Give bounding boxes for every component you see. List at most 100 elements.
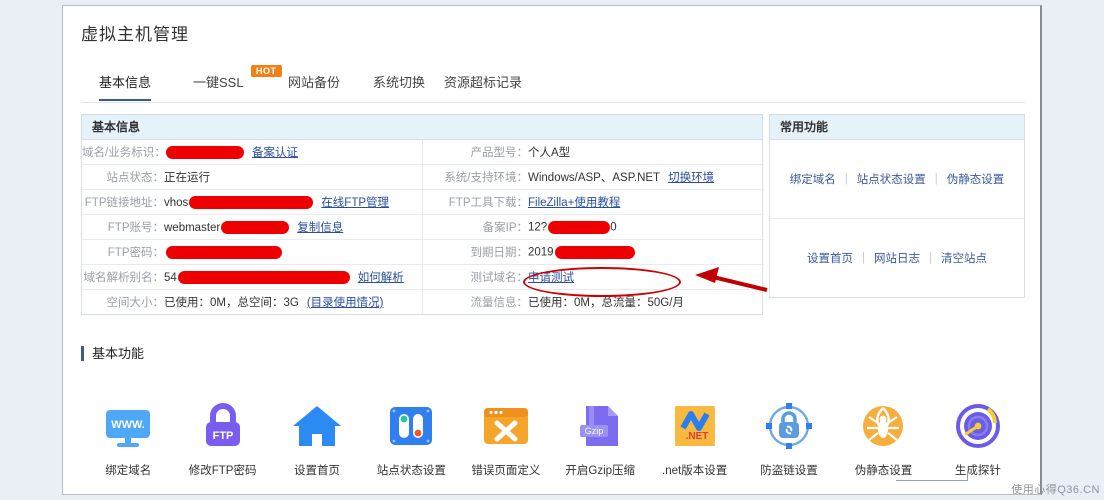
right-value-cell: 个人A型 [528, 140, 764, 165]
ftp-lock-icon: FTP [195, 398, 251, 454]
left-value-text: 正在运行 [164, 172, 210, 184]
left-value-cell: 已使用：0M，总空间：3G (目录使用情况) [164, 290, 423, 315]
right-value-text: 已使用：0M，总流量：50G/月 [528, 297, 684, 309]
function-item-label: 伪静态设置 [854, 465, 913, 477]
right-label: 测试域名： [424, 264, 528, 290]
function-item-label: 修改FTP密码 [188, 465, 257, 477]
common-function-link[interactable]: 伪静态设置 [947, 171, 1005, 187]
right-value-cell: Windows/ASP、ASP.NET 切换环境 [528, 164, 764, 190]
redaction-bar [177, 271, 350, 285]
monitor-www-icon: WWW. [100, 398, 156, 454]
link-divider: | [862, 252, 865, 264]
function-item-switch-panel[interactable]: 站点状态设置 [364, 398, 458, 478]
function-item-label: .net版本设置 [662, 465, 728, 477]
common-function-link[interactable]: 清空站点 [941, 250, 987, 266]
info-row: FTP链接地址： vhos 在线FTP管理 FTP工具下载： FileZilla+使用教… [82, 189, 764, 215]
tab-bar: 基本信息 一键SSL HOT 网站备份 系统切换 资源超标记录 [81, 65, 1025, 103]
tab-3[interactable]: 系统切换 [373, 72, 425, 99]
watermark-text: 使用心得Q36.CN [1011, 484, 1100, 496]
link-divider: | [844, 173, 848, 185]
left-label: FTP账号： [82, 214, 164, 240]
left-value-text: webmaster [164, 222, 221, 234]
right-value-cell: 申请测试 [528, 264, 764, 290]
right-value-tail: 0 [610, 221, 617, 234]
left-label: 空间大小： [106, 297, 165, 309]
right-label: 到期日期： [424, 239, 528, 265]
left-value-cell: 54 如何解析 [164, 264, 423, 290]
function-item-spider[interactable]: 伪静态设置 [836, 398, 930, 478]
right-value-text: 个人A型 [528, 147, 571, 159]
error-window-icon [478, 398, 534, 454]
common-function-link[interactable]: 站点状态设置 [857, 171, 926, 187]
left-label: 域名/业务标识： [82, 140, 166, 165]
right-action-link[interactable]: 申请测试 [528, 272, 574, 284]
function-item-dotnet[interactable]: .NET .net版本设置 [647, 398, 741, 478]
right-value-cell: 已使用：0M，总流量：50G/月 [528, 290, 764, 315]
function-item-monitor-www[interactable]: WWW. 绑定域名 [81, 398, 175, 478]
right-action-link[interactable]: FileZilla+使用教程 [528, 197, 620, 209]
left-value-cell: 备案认证 [164, 140, 423, 165]
tab-0[interactable]: 基本信息 [99, 72, 152, 101]
svg-text:.NET: .NET [685, 431, 708, 442]
redaction-bar [166, 146, 244, 160]
gzip-file-icon: Gzip [572, 398, 628, 454]
function-item-gzip-file[interactable]: Gzip 开启Gzip压缩 [553, 398, 647, 478]
info-row: 空间大小： 已使用：0M，总空间：3G (目录使用情况) 流量信息： 已使用：0M，总流… [82, 289, 764, 315]
common-functions-heading: 常用功能 [770, 115, 1024, 140]
link-divider: | [934, 173, 938, 185]
page-title: 虚拟主机管理 [81, 25, 189, 44]
watermark-tick [967, 471, 968, 481]
info-row: 站点状态： 正在运行 系统/支持环境： Windows/ASP、ASP.NET 切换环境 [82, 164, 764, 190]
svg-text:FTP: FTP [212, 430, 233, 442]
left-action-link[interactable]: 在线FTP管理 [321, 197, 389, 209]
right-label: 产品型号： [424, 140, 528, 165]
left-value-cell: webmaster 复制信息 [164, 214, 423, 240]
function-item-error-window[interactable]: 错误页面定义 [459, 398, 553, 478]
function-item-label: 开启Gzip压缩 [565, 465, 636, 477]
basic-functions-heading: 基本功能 [81, 346, 144, 361]
function-item-label: 绑定域名 [105, 465, 152, 477]
left-label: 域名解析别名： [82, 264, 164, 290]
left-action-link[interactable]: 复制信息 [297, 222, 343, 234]
basic-functions-grid: WWW. 绑定域名 FTP 修改FTP密码 设置首页 站点状态设置 错误页面定义… [81, 398, 1025, 478]
function-item-label: 防盗链设置 [760, 465, 818, 477]
left-action-link[interactable]: (目录使用情况) [307, 297, 384, 309]
common-function-link[interactable]: 绑定域名 [790, 171, 836, 187]
right-label: FTP工具下载： [424, 189, 528, 215]
common-function-link[interactable]: 网站日志 [874, 250, 920, 266]
function-item-label: 错误页面定义 [471, 465, 541, 477]
right-label: 系统/支持环境： [424, 164, 528, 190]
common-functions-row: 绑定域名 | 站点状态设置 | 伪静态设置 [770, 140, 1024, 219]
redaction-bar [548, 220, 611, 234]
basic-info-table: 域名/业务标识： 备案认证 产品型号： 个人A型 站点状态： 正在运行 系统/支持环境： Wi… [82, 140, 764, 314]
right-value-text: 12? [528, 221, 548, 234]
function-item-label: 站点状态设置 [376, 465, 446, 477]
function-item-anti-leech-lock[interactable]: 防盗链设置 [742, 398, 836, 478]
redaction-bar [189, 196, 314, 210]
function-item-ftp-lock[interactable]: FTP 修改FTP密码 [175, 398, 269, 478]
common-function-link[interactable]: 设置首页 [807, 250, 853, 266]
right-label: 流量信息： [470, 297, 529, 309]
right-value-text: Windows/ASP、ASP.NET [528, 172, 661, 184]
left-label: FTP链接地址： [82, 189, 164, 215]
left-value-cell: 正在运行 [164, 164, 423, 190]
info-row: 域名解析别名： 54 如何解析 测试域名： 申请测试 [82, 264, 764, 290]
redaction-bar [554, 245, 635, 259]
probe-icon [950, 398, 1006, 454]
function-item-home[interactable]: 设置首页 [270, 398, 364, 478]
right-value-cell: 12? 0 [528, 214, 764, 240]
tab-4[interactable]: 资源超标记录 [444, 72, 522, 99]
info-row: FTP密码： 到期日期： 2019 [82, 239, 764, 265]
left-value-cell: vhos 在线FTP管理 [164, 189, 423, 215]
tab-2[interactable]: 网站备份 [288, 72, 340, 99]
function-item-probe[interactable]: 生成探针 [931, 398, 1025, 478]
tab-1[interactable]: 一键SSL [193, 72, 244, 99]
left-action-link[interactable]: 备案认证 [252, 147, 298, 159]
watermark-rule [896, 480, 968, 481]
right-action-link[interactable]: 切换环境 [668, 172, 714, 184]
redaction-bar [221, 221, 290, 235]
anti-leech-lock-icon [761, 398, 817, 454]
left-action-link[interactable]: 如何解析 [358, 272, 404, 284]
basic-info-panel: 基本信息 域名/业务标识： 备案认证 产品型号： 个人A型 站点状态： 正在运行 系统/支持… [81, 114, 764, 315]
right-value-cell: FileZilla+使用教程 [528, 189, 764, 215]
